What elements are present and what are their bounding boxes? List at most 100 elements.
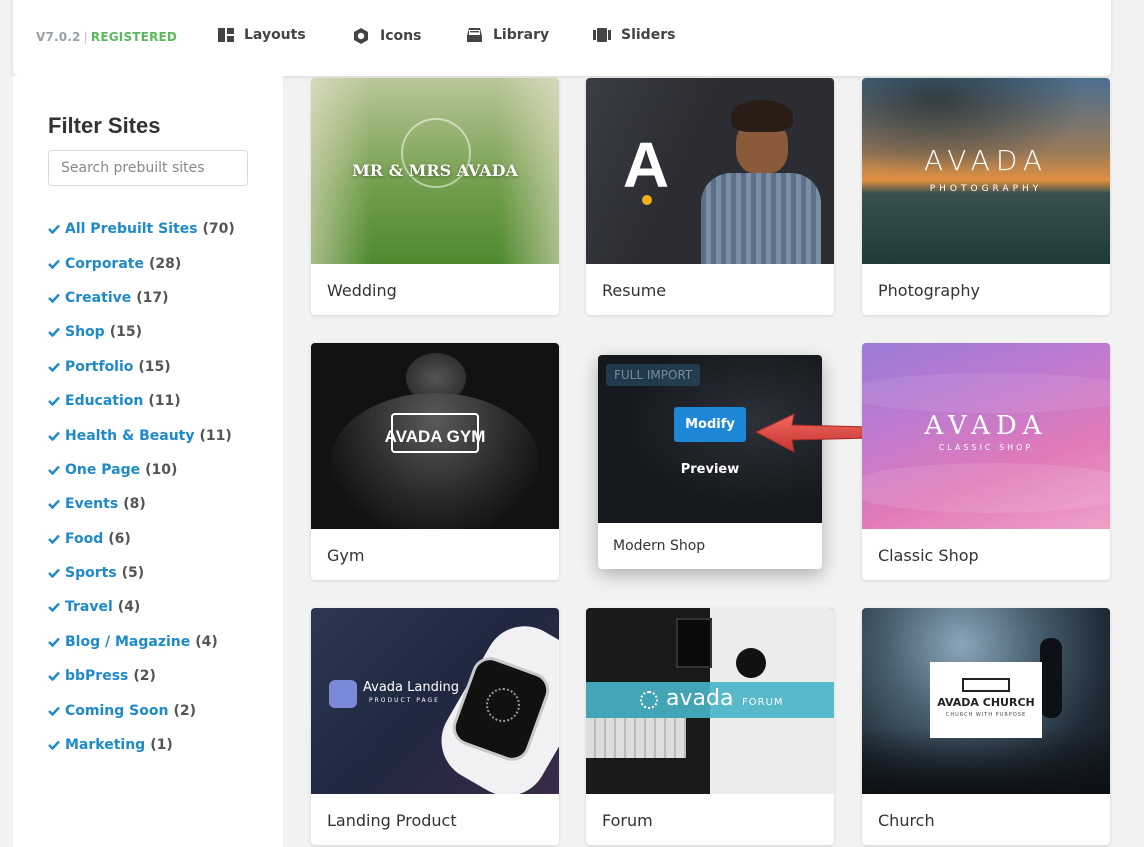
site-card-modern-shop[interactable]: FULL IMPORT Modify Preview Modern Shop xyxy=(598,355,822,569)
resume-logo: A xyxy=(622,129,670,201)
filter-count: (6) xyxy=(108,530,131,547)
filter-item-blog-magazine[interactable]: Blog / Magazine (4) xyxy=(48,625,235,659)
nav-library[interactable]: Library xyxy=(466,27,549,43)
filter-name: Marketing xyxy=(65,737,146,754)
full-import-badge: FULL IMPORT xyxy=(606,364,701,386)
filter-item-travel[interactable]: Travel (4) xyxy=(48,590,235,624)
filter-name: All Prebuilt Sites xyxy=(65,221,198,238)
filter-item-food[interactable]: Food (6) xyxy=(48,522,235,556)
filter-item-shop[interactable]: Shop (15) xyxy=(48,315,235,349)
filter-count: (28) xyxy=(148,255,182,272)
site-card-forum[interactable]: avada FORUM Forum xyxy=(586,608,834,845)
registration-status: REGISTERED xyxy=(90,30,178,44)
filter-item-portfolio[interactable]: Portfolio (15) xyxy=(48,350,235,384)
filter-item-marketing[interactable]: Marketing (1) xyxy=(48,728,235,762)
filter-name: bbPress xyxy=(65,668,129,685)
check-icon xyxy=(48,328,60,338)
nav-layouts[interactable]: Layouts xyxy=(218,27,306,43)
classic-shop-thumbnail: AVADA CLASSIC SHOP xyxy=(862,343,1110,529)
filter-item-bbpress[interactable]: bbPress (2) xyxy=(48,659,235,693)
check-icon xyxy=(48,259,60,269)
filter-name: Events xyxy=(65,496,119,513)
site-card-label: Resume xyxy=(602,281,667,300)
site-card-label: Landing Product xyxy=(327,811,457,830)
filter-count: (2) xyxy=(173,702,196,719)
site-card-landing-product[interactable]: Avada Landing PRODUCT PAGE Landing Produ… xyxy=(311,608,559,845)
top-bar: V7.0.2 | REGISTERED Layouts Icons Library … xyxy=(13,0,1111,76)
check-icon xyxy=(48,568,60,579)
site-card-church[interactable]: AVADA CHURCH CHURCH WITH PURPOSE Church xyxy=(862,608,1110,845)
church-thumb-sub: CHURCH WITH PURPOSE xyxy=(945,712,1027,718)
site-card-label: Church xyxy=(878,811,935,830)
filter-item-education[interactable]: Education (11) xyxy=(48,384,235,418)
site-card-classic-shop[interactable]: AVADA CLASSIC SHOP Classic Shop xyxy=(862,343,1110,580)
landing-product-thumbnail: Avada Landing PRODUCT PAGE xyxy=(311,608,559,794)
filter-sidebar: Filter Sites All Prebuilt Sites (70) Cor… xyxy=(13,76,283,847)
classic-shop-thumb-title: AVADA xyxy=(924,411,1048,441)
site-card-label: Modern Shop xyxy=(613,538,706,554)
gym-thumb-title: AVADA GYM xyxy=(384,427,486,446)
church-thumb-title: AVADA CHURCH xyxy=(937,696,1035,709)
filter-count: (11) xyxy=(199,427,232,444)
filter-name: Travel xyxy=(65,599,113,616)
forum-thumb-sub: FORUM xyxy=(742,697,784,708)
filter-title: Filter Sites xyxy=(48,113,161,138)
check-icon xyxy=(48,431,60,441)
nav-sliders[interactable]: Sliders xyxy=(593,27,675,43)
site-card-resume[interactable]: A Resume xyxy=(586,78,834,315)
check-icon xyxy=(48,499,60,510)
check-icon xyxy=(48,362,60,372)
filter-count: (10) xyxy=(145,461,178,478)
filter-item-corporate[interactable]: Corporate (28) xyxy=(48,246,235,280)
library-icon xyxy=(467,28,482,42)
modify-button[interactable]: Modify xyxy=(674,407,746,442)
filter-count: (4) xyxy=(195,633,218,650)
site-card-label: Wedding xyxy=(327,281,397,300)
nav-icons[interactable]: Icons xyxy=(352,27,421,45)
filter-count: (70) xyxy=(202,221,235,238)
check-icon xyxy=(48,293,60,303)
filter-item-creative[interactable]: Creative (17) xyxy=(48,281,235,315)
check-icon xyxy=(48,637,60,647)
filter-count: (1) xyxy=(150,737,173,754)
site-card-label: Classic Shop xyxy=(878,546,979,565)
sliders-icon xyxy=(593,28,611,42)
search-input[interactable] xyxy=(48,150,248,186)
filter-name: Food xyxy=(65,530,104,547)
pointer-arrow-icon xyxy=(754,413,871,453)
filter-item-one-page[interactable]: One Page (10) xyxy=(48,453,235,487)
filter-item-events[interactable]: Events (8) xyxy=(48,487,235,521)
site-card-wedding[interactable]: MR & MRS AVADA Wedding xyxy=(311,78,559,315)
filter-count: (11) xyxy=(148,393,181,410)
filter-count: (4) xyxy=(117,599,141,616)
site-card-photography[interactable]: AVADA PHOTOGRAPHY Photography xyxy=(862,78,1110,315)
filter-item-coming-soon[interactable]: Coming Soon (2) xyxy=(48,693,235,727)
check-icon xyxy=(48,465,60,475)
filter-count: (17) xyxy=(136,289,169,306)
nav-sliders-label: Sliders xyxy=(621,27,676,43)
check-icon xyxy=(48,603,60,613)
forum-thumbnail: avada FORUM xyxy=(586,608,834,794)
filter-count: (15) xyxy=(109,324,142,341)
filter-name: Health & Beauty xyxy=(65,427,195,444)
preview-button[interactable]: Preview xyxy=(598,462,822,477)
site-card-gym[interactable]: AVADA GYM Gym xyxy=(311,343,559,580)
filter-count: (8) xyxy=(123,496,146,513)
filter-name: Sports xyxy=(65,565,117,582)
filter-item-health-beauty[interactable]: Health & Beauty (11) xyxy=(48,418,235,452)
filter-count: (2) xyxy=(133,668,156,685)
gym-thumbnail: AVADA GYM xyxy=(311,343,559,529)
layouts-icon xyxy=(218,28,234,42)
filter-item-sports[interactable]: Sports (5) xyxy=(48,556,235,590)
wedding-thumbnail: MR & MRS AVADA xyxy=(311,78,559,264)
forum-thumb-title: avada xyxy=(666,686,734,711)
filter-count: (15) xyxy=(138,358,171,375)
filter-name: Blog / Magazine xyxy=(65,633,191,650)
photography-thumb-title: AVADA xyxy=(923,144,1049,177)
check-icon xyxy=(48,671,60,682)
wedding-thumb-title: MR & MRS AVADA xyxy=(352,161,518,180)
icons-icon xyxy=(354,28,368,44)
filter-name: Corporate xyxy=(65,255,144,272)
filter-item-all[interactable]: All Prebuilt Sites (70) xyxy=(48,212,235,246)
resume-thumbnail: A xyxy=(586,78,834,264)
